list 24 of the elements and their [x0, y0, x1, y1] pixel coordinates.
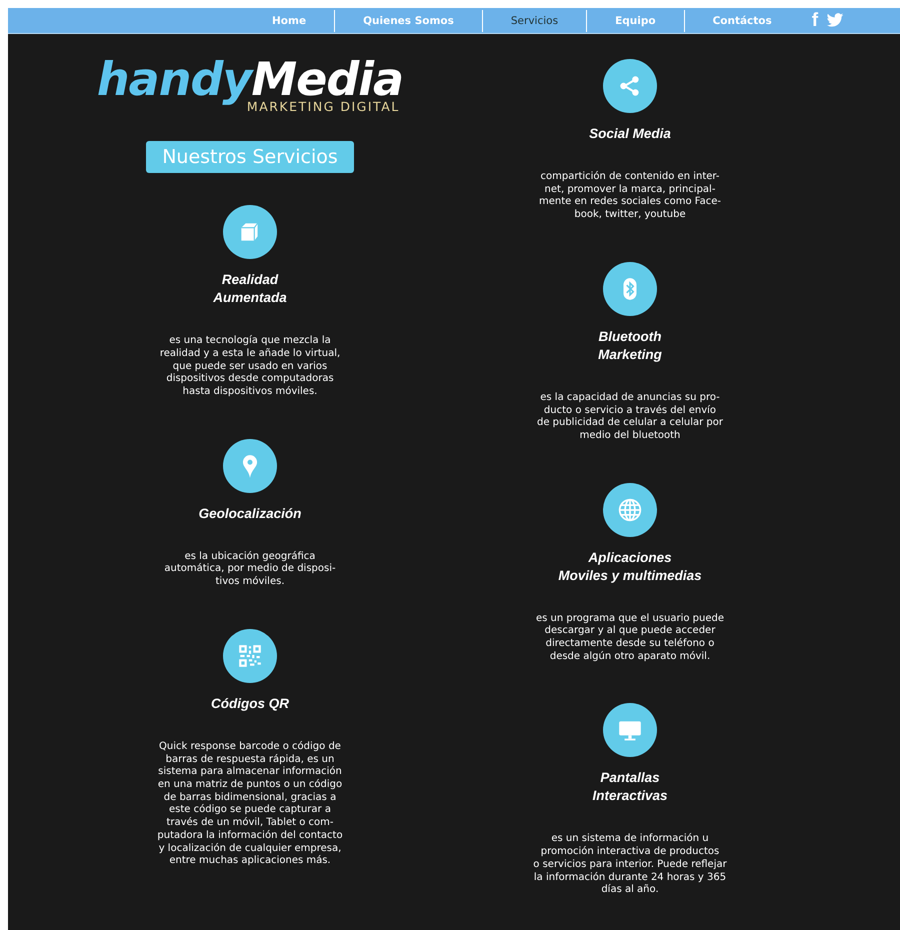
bird-icon[interactable]: [826, 13, 844, 28]
service-description: es un sistema de información u promoción interactiva de productos o servicios para interior. Puede reflejar la información durante 24 horas y 365 días al año.: [532, 833, 728, 897]
service-title: Pantallas Interactivas: [592, 769, 668, 806]
qr-code-icon: [237, 642, 263, 669]
service-title: Aplicaciones Moviles y multimedias: [558, 548, 702, 585]
service-title: Geolocalización: [198, 504, 302, 523]
service-title: Realidad Aumentada: [213, 271, 287, 308]
service-description: es la capacidad de anuncias su pro- ducto o servicio a través del envío de publicidad de celular a celular por medio del bluetooth: [536, 392, 724, 443]
service-title: Social Media: [589, 125, 671, 143]
service-title: Bluetooth Marketing: [598, 328, 662, 364]
service-description: Quick response barcode o código de barras de respuesta rápida, es un sistema para almacenar información en una matriz de puntos o un código de barras bidimensional, gracias a este código se puede capturar a través de un móvil, Tablet o com- putadora la información del contacto y localización de cualquier empresa, entre muchas aplicaciones más.: [156, 740, 344, 868]
service-description: es la ubicación geográfica automática, por medio de disposi- tivos móviles.: [163, 550, 337, 589]
service-description: es una tecnología que mezcla la realidad y a esta le añade lo virtual, que puede ser usado en varios dispositivos desde computadoras hasta dispositivos móviles.: [158, 335, 342, 399]
nav-link[interactable]: Quienes Somos: [334, 10, 482, 32]
nav-link[interactable]: Servicios: [482, 10, 586, 32]
service-description: es un programa que el usuario puede descargar y al que puede acceder directamente desde su teléfono o desde algún otro aparato móvil.: [534, 612, 726, 664]
globe-icon: [617, 496, 643, 523]
section-heading: Nuestros Servicios: [146, 140, 354, 174]
facebook-icon[interactable]: f: [812, 10, 818, 30]
nav-link[interactable]: Contáctos: [684, 10, 800, 32]
service-title: Códigos QR: [211, 694, 289, 713]
service-description: compartición de contenido en inter- net, promover la marca, principal- mente en redes sociales como Face- book, twitter, youtube: [538, 171, 722, 222]
nav-link[interactable]: Home: [244, 10, 334, 32]
nav-link[interactable]: Equipo: [586, 10, 684, 32]
